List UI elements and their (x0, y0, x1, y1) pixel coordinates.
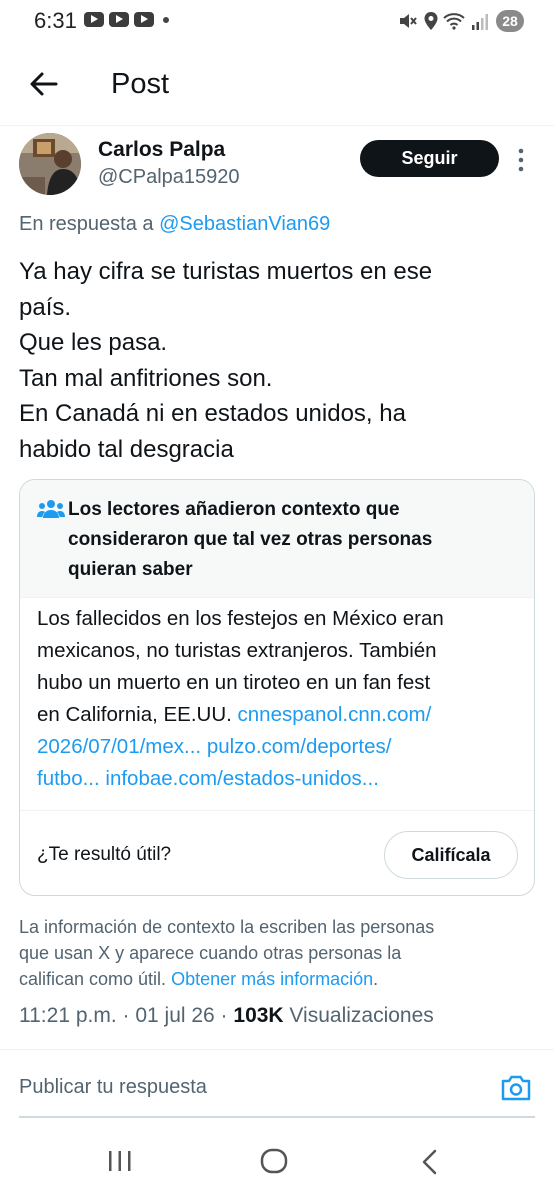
camera-icon[interactable] (500, 1073, 532, 1103)
home-icon[interactable] (260, 1148, 288, 1174)
context-info-line: que usan X y aparece cuando otras person… (19, 943, 402, 963)
app-header: Post (0, 46, 554, 126)
rate-button[interactable]: Califícala (384, 831, 518, 879)
note-body-line: futbo... infobae.com/estados-unidos... (37, 763, 522, 795)
context-info-line: La información de contexto la escriben l… (19, 917, 435, 937)
mute-icon (400, 14, 417, 28)
learn-more-link[interactable]: Obtener más información (171, 969, 373, 989)
views-label: Visualizaciones (283, 1004, 434, 1027)
post-timestamp[interactable]: 11:21 p.m. · 01 jul 26 · (19, 1004, 233, 1027)
community-note-footer: ¿Te resultó útil? Califícala (20, 810, 534, 895)
author-handle[interactable]: @CPalpa15920 (98, 166, 240, 189)
community-note-card: Los lectores añadieron contexto que cons… (19, 479, 535, 896)
more-options-icon[interactable] (516, 147, 526, 173)
status-time: 6:31 (34, 8, 77, 33)
follow-button[interactable]: Seguir (360, 140, 499, 177)
youtube-icon (134, 12, 154, 27)
note-body-line: hubo un muerto en un tiroteo en un fan f… (37, 671, 431, 694)
recents-icon[interactable] (106, 1150, 134, 1172)
note-title-line: quieran saber (68, 559, 193, 580)
note-link-infobae[interactable]: infobae.com/estados-unidos... (105, 767, 379, 790)
youtube-icon (109, 12, 129, 27)
notification-dot (163, 17, 169, 23)
context-info-period: . (373, 969, 379, 989)
author-name[interactable]: Carlos Palpa (98, 138, 225, 162)
note-link-cnn[interactable]: 2026/07/01/mex... (37, 735, 201, 758)
reply-underline (19, 1116, 535, 1118)
reply-prefix: En respuesta a (19, 213, 160, 235)
post-text-line: Que les pasa. (19, 329, 168, 356)
youtube-icon (84, 12, 104, 27)
note-body-line: en California, EE.UU. cnnespanol.cnn.com… (37, 699, 522, 731)
post-text-line: Tan mal anfitriones son. (19, 364, 273, 392)
community-note-title: Los lectores añadieron contexto que cons… (68, 495, 508, 585)
status-bar: 6:31 28 (0, 0, 554, 46)
reply-bar: Publicar tu respuesta (0, 1049, 554, 1121)
post-text-line: Ya hay cifra se turistas muertos en ese (19, 258, 433, 285)
post-text-line: país. (19, 293, 72, 321)
post-text: Ya hay cifra se turistas muertos en ese … (19, 254, 534, 467)
back-arrow-icon[interactable] (28, 68, 60, 100)
note-title-line: consideraron que tal vez otras personas (68, 529, 433, 550)
note-title-line: Los lectores añadieron contexto que (68, 499, 400, 520)
reply-context: En respuesta a @SebastianVian69 (19, 213, 330, 236)
back-icon[interactable] (420, 1148, 440, 1176)
note-body-line: Los fallecidos en los festejos en México… (37, 607, 444, 630)
avatar-image (19, 133, 81, 195)
views-count: 103K (233, 1004, 284, 1027)
signal-icon (472, 14, 488, 30)
helpful-question: ¿Te resultó útil? (37, 844, 172, 865)
community-note-header: Los lectores añadieron contexto que cons… (20, 480, 534, 598)
reply-mention-link[interactable]: @SebastianVian69 (159, 213, 330, 235)
post-text-line: habido tal desgracia (19, 435, 234, 463)
page-title: Post (111, 68, 170, 100)
avatar[interactable] (19, 133, 81, 195)
note-body-line: 2026/07/01/mex... pulzo.com/deportes/ (37, 731, 522, 763)
wifi-icon (443, 13, 465, 30)
note-link-cnn[interactable]: cnnespanol.cnn.com/ (238, 703, 432, 726)
note-link-pulzo[interactable]: futbo... (37, 767, 100, 790)
post-text-line: En Canadá ni en estados unidos, ha (19, 400, 406, 427)
battery-indicator: 28 (496, 10, 524, 32)
context-info-text-part: califican como útil. (19, 969, 172, 989)
context-info-text: La información de contexto la escriben l… (19, 914, 534, 992)
location-icon (424, 12, 438, 30)
note-body-text: en California, EE.UU. (37, 703, 238, 726)
post-meta: 11:21 p.m. · 01 jul 26 · 103K Visualizac… (19, 1004, 434, 1028)
system-nav-bar (0, 1122, 554, 1200)
note-link-pulzo[interactable]: pulzo.com/deportes/ (207, 735, 392, 758)
community-note-body: Los fallecidos en los festejos en México… (37, 603, 522, 795)
note-body-line: mexicanos, no turistas extranjeros. Tamb… (37, 639, 437, 662)
context-info-line: califican como útil. Obtener más informa… (19, 966, 534, 992)
people-icon (37, 500, 65, 518)
reply-input[interactable]: Publicar tu respuesta (19, 1076, 207, 1099)
